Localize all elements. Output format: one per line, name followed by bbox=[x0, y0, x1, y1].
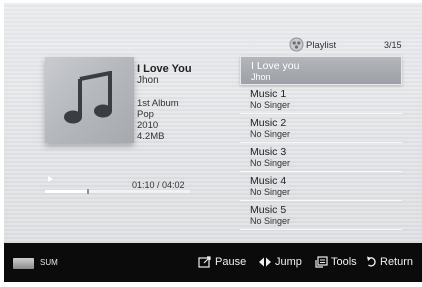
album-art bbox=[45, 57, 134, 143]
return-button[interactable]: Return bbox=[366, 254, 413, 270]
playlist-item[interactable]: Music 2 No Singer bbox=[240, 114, 402, 143]
usb-device-icon bbox=[13, 258, 34, 269]
playlist-item-title: Music 2 bbox=[250, 117, 287, 129]
playlist-item-title: Music 1 bbox=[250, 88, 287, 100]
playlist-label: Playlist bbox=[306, 40, 337, 51]
tools-label: Tools bbox=[331, 256, 357, 268]
playlist-item-artist: No Singer bbox=[250, 100, 291, 110]
pause-button[interactable]: Pause bbox=[198, 254, 246, 270]
playlist-item[interactable]: I Love you Jhon bbox=[240, 56, 402, 85]
song-year: 2010 bbox=[137, 120, 159, 131]
playlist-item[interactable]: Music 3 No Singer bbox=[240, 143, 402, 172]
playlist-item[interactable]: Music 4 No Singer bbox=[240, 172, 402, 201]
playlist-item-title: I Love you bbox=[251, 60, 300, 72]
music-note-icon bbox=[64, 71, 112, 124]
song-title: I Love You bbox=[137, 63, 192, 75]
playlist-count: 3/15 bbox=[384, 40, 402, 50]
jump-button[interactable]: Jump bbox=[258, 254, 302, 270]
bottom-bar: SUM Pause Jump Tools Return bbox=[4, 243, 422, 282]
return-icon bbox=[367, 256, 376, 267]
play-icon bbox=[48, 176, 53, 182]
pause-icon bbox=[198, 256, 211, 268]
progress-knob[interactable] bbox=[87, 189, 90, 194]
playlist-item-title: Music 5 bbox=[250, 204, 287, 216]
playlist-item[interactable]: Music 5 No Singer bbox=[240, 201, 402, 230]
return-label: Return bbox=[380, 256, 414, 268]
song-album: 1st Album bbox=[137, 98, 179, 109]
playlist: I Love you Jhon Music 1 No Singer Music … bbox=[240, 56, 402, 230]
tools-button[interactable]: Tools bbox=[315, 254, 357, 270]
progress-bar[interactable] bbox=[45, 189, 190, 194]
song-artist: Jhon bbox=[137, 75, 159, 86]
pause-label: Pause bbox=[215, 256, 247, 268]
playlist-item[interactable]: Music 1 No Singer bbox=[240, 85, 402, 114]
playlist-item-artist: No Singer bbox=[250, 158, 291, 168]
jump-label: Jump bbox=[275, 256, 302, 268]
playback-time: 01:10 / 04:02 bbox=[132, 180, 185, 190]
playlist-icon bbox=[289, 37, 304, 52]
playlist-item-artist: No Singer bbox=[250, 216, 291, 226]
playlist-item-artist: No Singer bbox=[250, 129, 291, 139]
jump-icon bbox=[259, 257, 271, 267]
music-player-screen: I Love You Jhon 1st Album Pop 2010 4.2MB… bbox=[4, 3, 422, 282]
playlist-item-title: Music 4 bbox=[250, 175, 287, 187]
song-size: 4.2MB bbox=[137, 131, 165, 142]
playlist-item-artist: Jhon bbox=[251, 72, 271, 82]
progress-fill bbox=[45, 190, 88, 193]
device-label: SUM bbox=[40, 258, 58, 267]
song-genre: Pop bbox=[137, 109, 154, 120]
playlist-item-artist: No Singer bbox=[250, 187, 291, 197]
playlist-item-title: Music 3 bbox=[250, 146, 287, 158]
tools-icon bbox=[315, 256, 328, 268]
